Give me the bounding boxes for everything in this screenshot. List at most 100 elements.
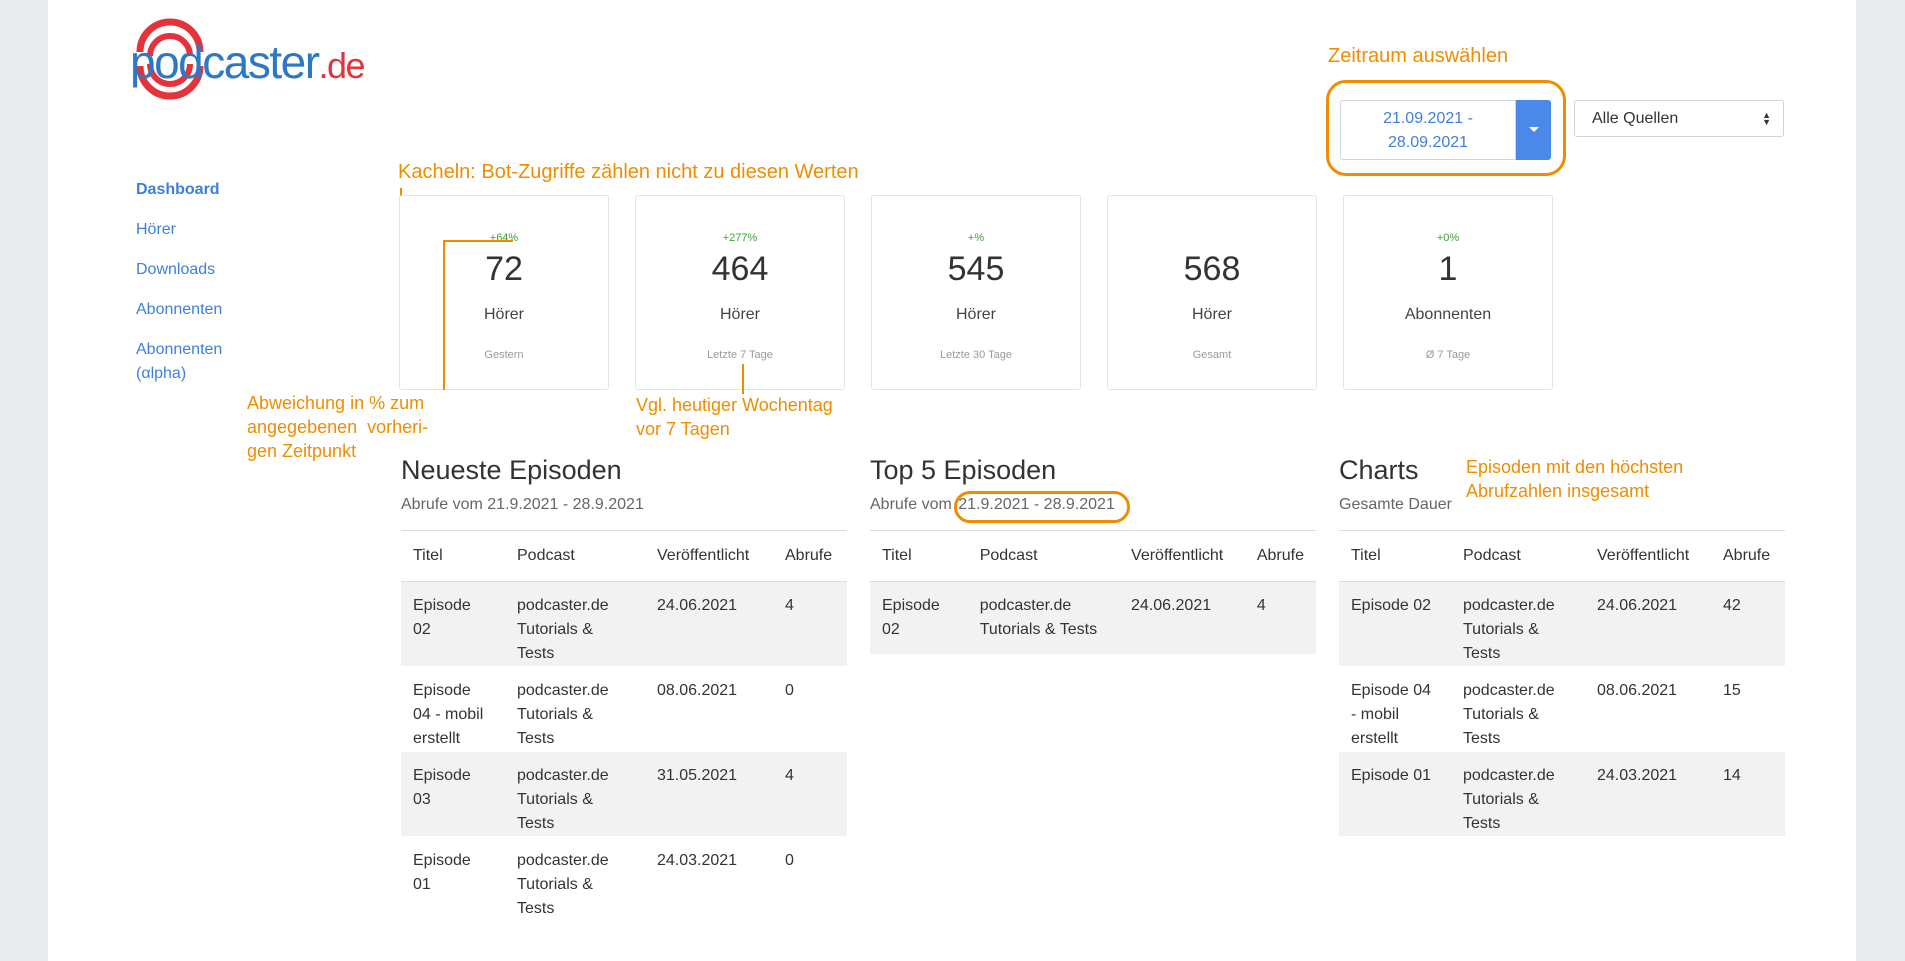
column-header-titel[interactable]: Titel bbox=[870, 530, 968, 582]
table-row[interactable]: Episode 02 podcaster.de Tutorials & Test… bbox=[1339, 581, 1785, 667]
cell-abrufe: 42 bbox=[1711, 581, 1785, 667]
stat-value: 545 bbox=[947, 250, 1005, 288]
annotation-charts-line-1: Episoden mit den höchsten bbox=[1466, 457, 1684, 477]
column-header-veroeffentlicht[interactable]: Veröffentlicht bbox=[645, 530, 773, 582]
stat-tile-gesamt: 568 Hörer Gesamt bbox=[1107, 195, 1317, 390]
stat-period: Letzte 7 Tage bbox=[707, 349, 773, 361]
sidebar-nav: Dashboard Hörer Downloads Abonnenten Abo… bbox=[136, 178, 286, 402]
sidebar-item-downloads[interactable]: Downloads bbox=[136, 258, 286, 282]
cell-date: 08.06.2021 bbox=[1585, 666, 1711, 752]
cell-podcast: podcaster.de Tutorials & Tests bbox=[505, 581, 645, 667]
cell-titel: Episode 02 bbox=[870, 581, 968, 655]
cell-abrufe: 0 bbox=[773, 666, 847, 752]
stat-change: +64% bbox=[489, 232, 519, 244]
stat-label: Hörer bbox=[719, 306, 760, 323]
cell-titel: Episode 04 - mobil erstellt bbox=[1339, 666, 1451, 752]
column-header-abrufe[interactable]: Abrufe bbox=[773, 530, 847, 582]
section-title-top5: Top 5 Episoden bbox=[870, 455, 1057, 485]
annotation-line-abweichung-v bbox=[443, 240, 445, 390]
stat-tile-30-tage: +% 545 Hörer Letzte 30 Tage bbox=[871, 195, 1081, 390]
cell-abrufe: 4 bbox=[1244, 581, 1316, 655]
cell-titel: Episode 04 - mobil erstellt bbox=[401, 666, 505, 752]
stat-value: 1 bbox=[1438, 250, 1458, 288]
cell-date: 24.03.2021 bbox=[1585, 751, 1711, 837]
annotation-vgl-line-2: vor 7 Tagen bbox=[636, 419, 730, 439]
cell-date: 24.03.2021 bbox=[645, 836, 773, 922]
table-header-row: Titel Podcast Veröffentlicht Abrufe bbox=[870, 530, 1316, 582]
annotation-vgl: Vgl. heutiger Wochentag vor 7 Tagen bbox=[636, 393, 833, 441]
column-header-titel[interactable]: Titel bbox=[1339, 530, 1451, 582]
cell-abrufe: 15 bbox=[1711, 666, 1785, 752]
stat-period: Gestern bbox=[484, 349, 524, 361]
cell-podcast: podcaster.de Tutorials & Tests bbox=[505, 751, 645, 837]
cell-titel: Episode 02 bbox=[1339, 581, 1451, 667]
table-row[interactable]: Episode 04 - mobil erstellt podcaster.de… bbox=[401, 666, 847, 752]
source-select[interactable]: Alle Quellen ▲ ▼ bbox=[1574, 100, 1784, 137]
annotation-zeitraum: Zeitraum auswählen bbox=[1328, 45, 1509, 67]
stat-label: Abonnenten bbox=[1404, 306, 1492, 323]
annotation-charts: Episoden mit den höchsten Abrufzahlen in… bbox=[1466, 455, 1683, 503]
table-row[interactable]: Episode 01 podcaster.de Tutorials & Test… bbox=[401, 836, 847, 922]
cell-abrufe: 4 bbox=[773, 751, 847, 837]
table-row[interactable]: Episode 04 - mobil erstellt podcaster.de… bbox=[1339, 666, 1785, 752]
column-header-podcast[interactable]: Podcast bbox=[967, 530, 1120, 582]
stat-period: Ø 7 Tage bbox=[1425, 349, 1471, 361]
select-arrows-icon: ▲ ▼ bbox=[1762, 110, 1771, 127]
logo-wordmark: podcaster.de bbox=[130, 36, 366, 88]
sidebar-item-abonnenten-alpha[interactable]: Abonnenten (αlpha) bbox=[136, 338, 236, 386]
annotation-kacheln: Kacheln: Bot-Zugriffe zählen nicht zu di… bbox=[398, 161, 859, 183]
annotation-highlight-range bbox=[954, 491, 1130, 523]
sidebar-item-abonnenten[interactable]: Abonnenten bbox=[136, 298, 286, 322]
cell-date: 24.06.2021 bbox=[645, 581, 773, 667]
column-header-abrufe[interactable]: Abrufe bbox=[1711, 530, 1785, 582]
stat-change: +277% bbox=[722, 232, 758, 244]
column-header-veroeffentlicht[interactable]: Veröffentlicht bbox=[1585, 530, 1711, 582]
cell-date: 24.06.2021 bbox=[1119, 581, 1245, 655]
section-sub-charts: Gesamte Dauer bbox=[1339, 496, 1452, 513]
sidebar-item-hoerer[interactable]: Hörer bbox=[136, 218, 286, 242]
stat-value: 568 bbox=[1183, 250, 1241, 288]
podcaster-logo[interactable]: podcaster.de bbox=[130, 16, 390, 102]
column-header-titel[interactable]: Titel bbox=[401, 530, 505, 582]
source-select-value: Alle Quellen bbox=[1592, 110, 1679, 127]
cell-abrufe: 0 bbox=[773, 836, 847, 922]
cell-date: 24.06.2021 bbox=[1585, 581, 1711, 667]
stat-tile-gestern: +64% 72 Hörer Gestern bbox=[399, 195, 609, 390]
section-title-charts: Charts bbox=[1339, 455, 1419, 485]
table-row[interactable]: Episode 01 podcaster.de Tutorials & Test… bbox=[1339, 751, 1785, 837]
stat-label: Hörer bbox=[1191, 306, 1232, 323]
annotation-line-abweichung-h bbox=[443, 240, 513, 242]
column-header-abrufe[interactable]: Abrufe bbox=[1244, 530, 1316, 582]
stat-period: Gesamt bbox=[1192, 349, 1232, 361]
stat-period: Letzte 30 Tage bbox=[940, 349, 1012, 361]
column-header-podcast[interactable]: Podcast bbox=[505, 530, 645, 582]
cell-titel: Episode 03 bbox=[401, 751, 505, 837]
table-row[interactable]: Episode 03 podcaster.de Tutorials & Test… bbox=[401, 751, 847, 837]
stat-tile-abonnenten: +0% 1 Abonnenten Ø 7 Tage bbox=[1343, 195, 1553, 390]
sidebar-item-dashboard[interactable]: Dashboard bbox=[136, 178, 286, 202]
table-top5-episoden: Titel Podcast Veröffentlicht Abrufe Epis… bbox=[870, 530, 1316, 655]
stat-label: Hörer bbox=[483, 306, 524, 323]
cell-podcast: podcaster.de Tutorials & Tests bbox=[505, 666, 645, 752]
section-title-neueste: Neueste Episoden bbox=[401, 455, 622, 485]
annotation-abweichung-line-1: Abweichung in % zum bbox=[247, 393, 425, 413]
stat-change: +% bbox=[967, 232, 985, 244]
table-header-row: Titel Podcast Veröffentlicht Abrufe bbox=[401, 530, 847, 582]
table-neueste-episoden: Titel Podcast Veröffentlicht Abrufe Epis… bbox=[401, 530, 847, 922]
column-header-veroeffentlicht[interactable]: Veröffentlicht bbox=[1119, 530, 1245, 582]
annotation-abweichung-line-2: angegebenen vorheri- bbox=[247, 417, 429, 437]
cell-titel: Episode 01 bbox=[401, 836, 505, 922]
cell-podcast: podcaster.de Tutorials & Tests bbox=[1451, 581, 1585, 667]
table-charts: Titel Podcast Veröffentlicht Abrufe Epis… bbox=[1339, 530, 1785, 837]
column-header-podcast[interactable]: Podcast bbox=[1451, 530, 1585, 582]
annotation-line-vgl bbox=[742, 364, 744, 394]
cell-titel: Episode 01 bbox=[1339, 751, 1451, 837]
cell-titel: Episode 02 bbox=[401, 581, 505, 667]
table-row[interactable]: Episode 02 podcaster.de Tutorials & Test… bbox=[401, 581, 847, 667]
cell-podcast: podcaster.de Tutorials & Tests bbox=[505, 836, 645, 922]
stat-value: 464 bbox=[711, 250, 769, 288]
table-row[interactable]: Episode 02 podcaster.de Tutorials & Test… bbox=[870, 581, 1316, 655]
stat-label: Hörer bbox=[955, 306, 996, 323]
cell-date: 31.05.2021 bbox=[645, 751, 773, 837]
cell-podcast: podcaster.de Tutorials & Tests bbox=[1451, 666, 1585, 752]
